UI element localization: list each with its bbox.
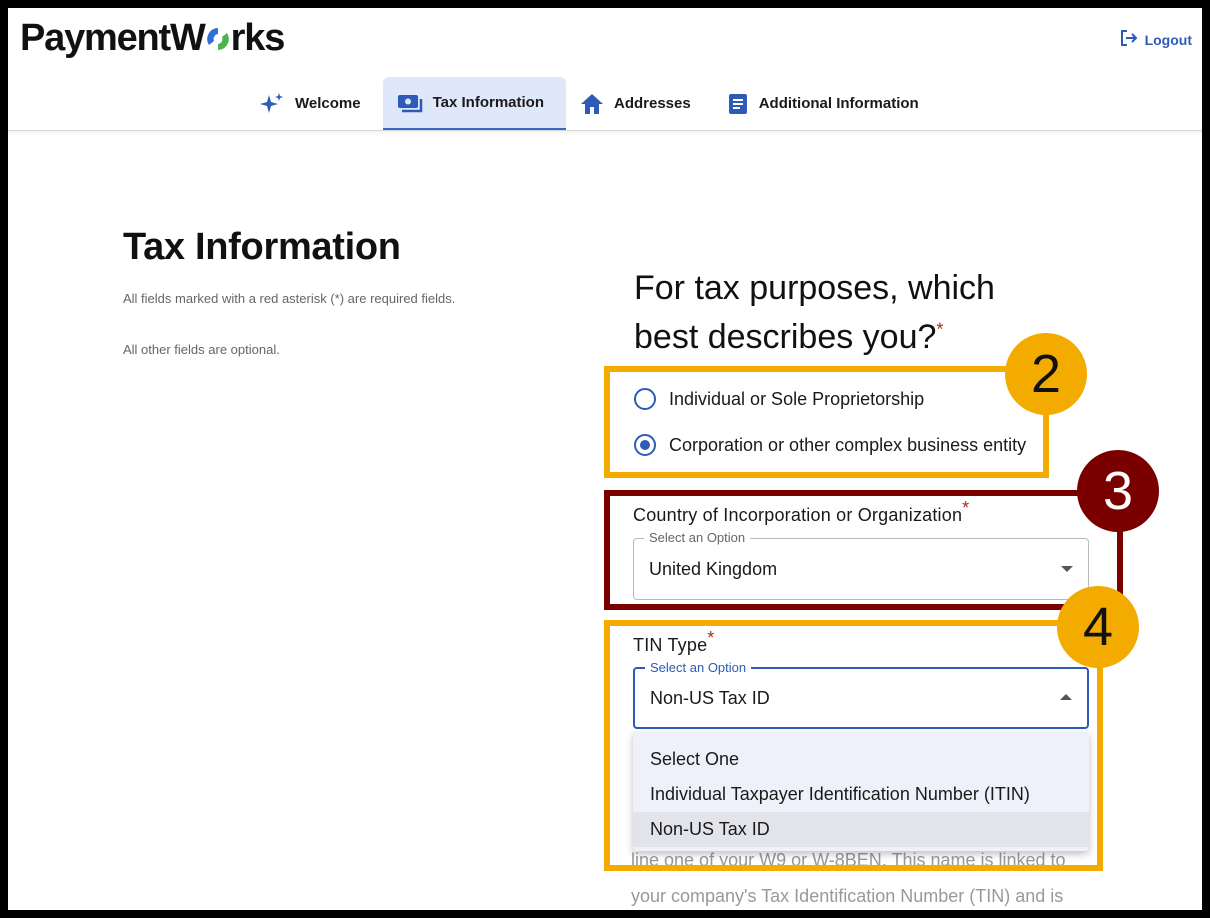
optional-fields-note: All other fields are optional. <box>123 342 280 357</box>
app-window: PaymentW rks Logout Welcome Tax Informati… <box>8 8 1202 910</box>
tab-tax-information[interactable]: Tax Information <box>382 77 566 130</box>
annotation-badge-4: 4 <box>1057 586 1139 668</box>
tab-addresses[interactable]: Addresses <box>566 77 713 130</box>
annotation-box-4 <box>604 620 1103 871</box>
tab-welcome[interactable]: Welcome <box>245 77 383 130</box>
required-fields-note: All fields marked with a red asterisk (*… <box>123 291 456 306</box>
tax-classification-question: For tax purposes, which best describes y… <box>634 269 995 356</box>
tab-additional-information[interactable]: Additional Information <box>713 77 941 130</box>
document-icon <box>727 93 749 115</box>
annotation-box-3 <box>604 490 1123 610</box>
annotation-badge-2: 2 <box>1005 333 1087 415</box>
sparkle-icon <box>259 92 285 116</box>
paymentworks-logo[interactable]: PaymentW rks <box>20 14 285 62</box>
logout-icon <box>1119 28 1139 51</box>
logo-swirl-icon <box>205 16 231 50</box>
logout-button[interactable]: Logout <box>1119 28 1192 51</box>
money-icon <box>397 93 423 113</box>
tab-bar: Welcome Tax Information Addresses Additi… <box>245 77 941 131</box>
home-icon <box>580 93 604 115</box>
annotation-box-2 <box>604 366 1049 478</box>
required-asterisk: * <box>936 319 944 340</box>
annotation-badge-3: 3 <box>1077 450 1159 532</box>
page-title: Tax Information <box>123 226 401 268</box>
app-header: PaymentW rks Logout Welcome Tax Informati… <box>8 8 1202 131</box>
